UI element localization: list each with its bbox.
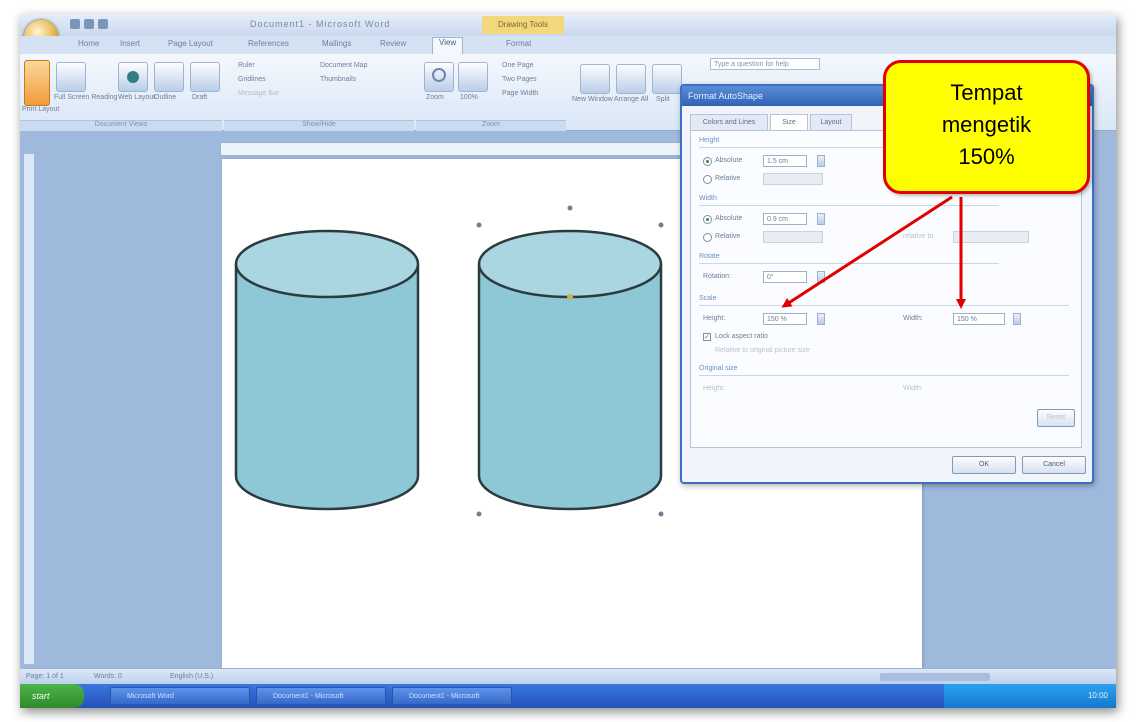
- annotation-callout: Tempat mengetik 150%: [883, 60, 1090, 194]
- callout-text: Tempat mengetik 150%: [941, 80, 1032, 169]
- screenshot-frame: Document1 - Microsoft Word Drawing Tools…: [0, 0, 1136, 722]
- arrow-to-height-field: [781, 195, 953, 308]
